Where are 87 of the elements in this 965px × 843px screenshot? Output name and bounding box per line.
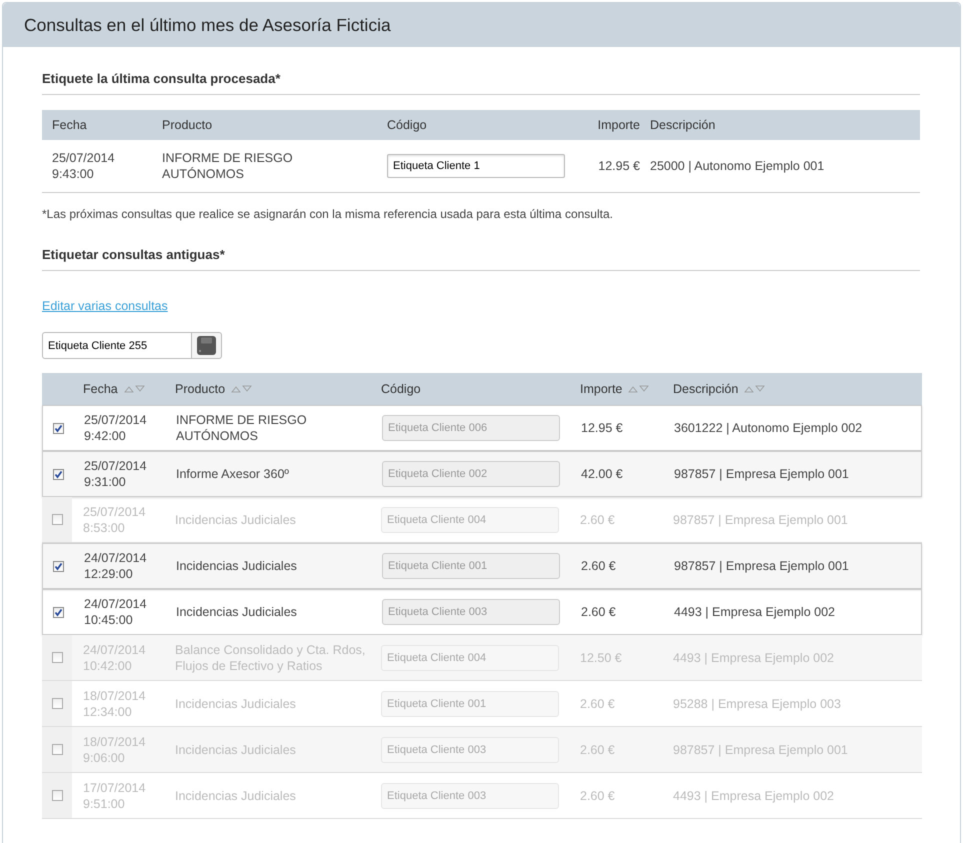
date-cell-text: 25/07/2014 9:31:00 (83, 458, 148, 490)
checkbox[interactable] (52, 606, 64, 618)
checkbox[interactable] (52, 514, 62, 525)
section-heading: Etiquete la última consulta procesada* (42, 71, 920, 95)
checkbox[interactable] (52, 652, 62, 663)
edit-multiple-link[interactable]: Editar varias consultas (42, 299, 168, 313)
code-input[interactable]: Etiqueta Cliente 002 (382, 461, 560, 487)
column-header: Código (386, 118, 428, 132)
column-header: Importe (596, 118, 640, 132)
code-input[interactable]: Etiqueta Cliente 001 (382, 553, 560, 579)
column-header[interactable]: Fecha (83, 382, 146, 396)
column-header: Fecha (51, 118, 88, 132)
date-cell-text: 24/07/2014 10:45:00 (83, 596, 148, 628)
table-row[interactable]: 24/07/2014 10:45:00 Incidencias Judiciales Etiqueta Cliente 003 2.60 € 4493 | Empresa Ejemplo 002 (42, 589, 922, 635)
amount-cell-text: 12.50 € (579, 650, 623, 664)
product-cell-text: Incidencias Judiciales (174, 696, 297, 712)
checkbox[interactable] (52, 744, 62, 755)
column-header: Descripción (649, 118, 716, 132)
description-cell-text: 987857 | Empresa Ejemplo 001 (673, 467, 850, 481)
table-row[interactable]: 17/07/2014 9:51:00 Incidencias Judiciales Etiqueta Cliente 003 2.60 € 4493 | Empresa Ejemplo 002 (42, 773, 922, 819)
code-input[interactable]: Etiqueta Cliente 003 (381, 782, 559, 808)
table-row[interactable]: 18/07/2014 9:06:00 Incidencias Judiciales Etiqueta Cliente 003 2.60 € 987857 | Empresa Ejemplo 001 (42, 727, 922, 773)
description-cell-text: 3601222 | Autonomo Ejemplo 002 (673, 421, 864, 435)
code-input[interactable]: Etiqueta Cliente 1 (387, 154, 565, 178)
code-input[interactable]: Etiqueta Cliente 004 (381, 506, 559, 532)
table-row[interactable]: 25/07/2014 9:42:00 INFORME DE RIESGO AUTÓNOMOS Etiqueta Cliente 006 12.95 € 3601222 | Autonomo Ejemplo 002 (42, 405, 922, 451)
label-input[interactable]: Etiqueta Cliente 255 (42, 332, 192, 359)
amount-cell-text: 2.60 € (579, 696, 616, 710)
date-cell-text: 18/07/2014 9:06:00 (82, 734, 147, 766)
date-cell-text: 25/07/2014 8:53:00 (82, 504, 147, 536)
date-cell-text: 18/07/2014 12:34:00 (82, 688, 147, 720)
sort-icon[interactable] (231, 385, 254, 393)
checkbox[interactable] (52, 468, 64, 480)
date-cell-text: 25/07/2014 9:43:00 (52, 150, 116, 182)
panel-title: Consultas en el último mes de Asesoría Ficticia (3, 3, 960, 47)
description-cell-text: 4493 | Empresa Ejemplo 002 (672, 650, 835, 664)
sort-icon[interactable] (744, 385, 766, 393)
amount-cell-text: 2.60 € (579, 742, 616, 756)
sort-icon[interactable] (628, 385, 650, 393)
product-cell-text: INFORME DE RIESGO AUTÓNOMOS (175, 412, 308, 444)
sort-icon[interactable] (124, 385, 146, 393)
product-cell-text: INFORME DE RIESGO AUTÓNOMOS (162, 150, 294, 182)
date-cell-text: 25/07/2014 9:42:00 (83, 412, 148, 444)
checkbox[interactable] (52, 698, 62, 709)
table-row[interactable]: 24/07/2014 10:42:00 Balance Consolidado y Cta. Rdos, Flujos de Efectivo y Ratios Etiqueta Cliente 004 12.50 € 4493 | Empresa Ejemplo 002 (42, 635, 922, 681)
column-header: Producto (161, 118, 214, 132)
code-input[interactable]: Etiqueta Cliente 004 (381, 644, 559, 670)
code-input[interactable]: Etiqueta Cliente 003 (382, 599, 560, 625)
description-cell-text: 25000 | Autonomo Ejemplo 001 (650, 159, 826, 173)
column-header[interactable]: Producto (175, 382, 254, 396)
amount-cell-text: 12.95 € (597, 159, 640, 173)
product-cell-text: Incidencias Judiciales (174, 512, 297, 528)
amount-cell-text: 12.95 € (580, 421, 624, 435)
column-header: Código (381, 382, 421, 396)
code-input[interactable]: Etiqueta Cliente 001 (381, 690, 559, 716)
product-cell-text: Incidencias Judiciales (175, 558, 298, 574)
description-cell-text: 95288 | Empresa Ejemplo 003 (672, 696, 842, 710)
amount-cell-text: 2.60 € (580, 605, 617, 619)
product-cell-text: Informe Axesor 360º (175, 466, 290, 482)
description-cell-text: 4493 | Empresa Ejemplo 002 (672, 788, 835, 802)
description-cell-text: 4493 | Empresa Ejemplo 002 (673, 605, 836, 619)
column-header[interactable]: Descripción (673, 382, 766, 396)
save-button[interactable] (192, 332, 222, 359)
product-cell-text: Incidencias Judiciales (174, 788, 297, 804)
amount-cell-text: 2.60 € (579, 788, 616, 802)
table-row[interactable]: 24/07/2014 12:29:00 Incidencias Judiciales Etiqueta Cliente 001 2.60 € 987857 | Empresa Ejemplo 001 (42, 543, 922, 589)
product-cell-text: Incidencias Judiciales (175, 604, 298, 620)
date-cell-text: 24/07/2014 10:42:00 (82, 642, 147, 674)
date-cell-text: 24/07/2014 12:29:00 (83, 550, 148, 582)
description-cell-text: 987857 | Empresa Ejemplo 001 (672, 742, 849, 756)
description-cell-text: 987857 | Empresa Ejemplo 001 (672, 512, 849, 526)
product-cell-text: Incidencias Judiciales (174, 742, 297, 758)
amount-cell-text: 2.60 € (579, 512, 616, 526)
section-heading: Etiquetar consultas antiguas* (42, 247, 920, 271)
amount-cell-text: 42.00 € (580, 467, 624, 481)
code-input[interactable]: Etiqueta Cliente 003 (381, 736, 559, 762)
column-header[interactable]: Importe (580, 382, 650, 396)
table-row[interactable]: 25/07/2014 9:31:00 Informe Axesor 360º Etiqueta Cliente 002 42.00 € 987857 | Empresa Ejemplo 001 (42, 451, 922, 497)
footnote: *Las próximas consultas que realice se asignarán con la misma referencia usada para esta última consulta. (42, 207, 614, 221)
checkbox[interactable] (52, 790, 62, 801)
description-cell-text: 987857 | Empresa Ejemplo 001 (673, 559, 850, 573)
date-cell-text: 17/07/2014 9:51:00 (82, 780, 147, 812)
amount-cell-text: 2.60 € (580, 559, 617, 573)
code-input[interactable]: Etiqueta Cliente 006 (382, 415, 560, 441)
checkbox[interactable] (52, 422, 64, 434)
checkbox[interactable] (52, 560, 64, 572)
product-cell-text: Balance Consolidado y Cta. Rdos, Flujos de Efectivo y Ratios (174, 642, 366, 674)
